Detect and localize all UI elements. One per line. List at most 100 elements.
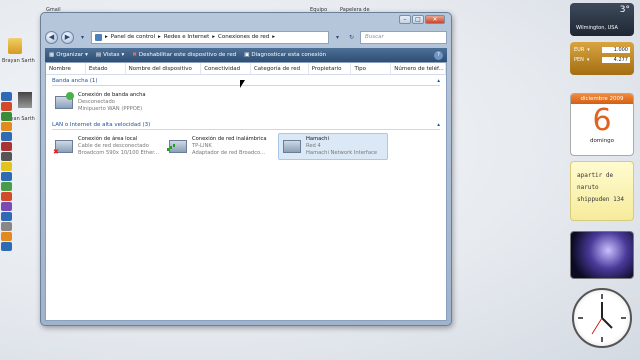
item-name: Hamachi (306, 136, 329, 142)
chevron-up-icon: ▴ (437, 122, 440, 128)
chevron-up-icon: ▴ (437, 78, 440, 84)
group-title: LAN o Internet de alta velocidad (3) (52, 122, 151, 128)
currency-value-pen[interactable]: 4.277 (602, 57, 630, 63)
weather-gadget[interactable]: 3° Wilmington, USA (570, 3, 634, 36)
navigation-bar: ◀ ▶ ▾ ▸ Panel de control ▸ Redes e Inter… (45, 29, 447, 45)
refresh-icon[interactable]: ↻ (346, 31, 357, 44)
disable-device-button[interactable]: ✖ Deshabilitar este dispositivo de red (132, 52, 236, 58)
app-icon[interactable] (1, 132, 12, 141)
breadcrumb-panel-de-control[interactable]: Panel de control (111, 34, 155, 40)
connection-item-wireless[interactable]: Conexión de red inalámbrica TP-LINK Adap… (164, 133, 274, 160)
forward-button[interactable]: ▶ (61, 30, 74, 44)
chevron-down-icon: ▾ (85, 52, 88, 58)
address-dropdown-icon[interactable]: ▾ (332, 31, 343, 44)
connection-item-lan[interactable]: ✖ Conexión de área local Cable de red de… (50, 133, 160, 160)
app-icon[interactable] (1, 232, 12, 241)
slideshow-gadget[interactable] (570, 231, 634, 279)
note-text[interactable]: apartir de naruto shippuden 134 (577, 170, 627, 206)
app-icon[interactable] (1, 202, 12, 211)
column-header-status[interactable]: Estado (86, 63, 126, 74)
app-icon[interactable] (1, 122, 12, 131)
sticky-note-gadget[interactable]: apartir de naruto shippuden 134 (570, 161, 634, 221)
app-icon[interactable] (1, 212, 12, 221)
item-device: Minipuerto WAN (PPPOE) (78, 106, 143, 112)
clock-gadget[interactable] (572, 288, 632, 348)
views-label: Vistas (103, 52, 120, 58)
app-icon[interactable] (1, 222, 12, 231)
broadband-connection-icon (53, 92, 75, 112)
close-button[interactable]: ✕ (425, 15, 445, 24)
calendar-day: 6 (592, 103, 612, 138)
item-name: Conexión de banda ancha (78, 92, 146, 98)
connection-item-broadband[interactable]: Conexión de banda ancha Desconectado Min… (50, 89, 160, 116)
disable-icon: ✖ (132, 52, 137, 58)
group-header-broadband[interactable]: Banda ancha (1) ▴ (52, 77, 440, 86)
item-name: Conexión de área local (78, 136, 138, 142)
wireless-connection-icon (167, 136, 189, 156)
address-bar[interactable]: ▸ Panel de control ▸ Redes e Internet ▸ … (91, 30, 329, 44)
app-icon[interactable] (1, 182, 12, 191)
group-header-lan[interactable]: LAN o Internet de alta velocidad (3) ▴ (52, 121, 440, 130)
image-file-icon[interactable] (18, 92, 32, 108)
hamachi-connection-icon (281, 136, 303, 156)
disable-label: Deshabilitar este dispositivo de red (138, 52, 237, 58)
breadcrumb-separator-icon: ▸ (105, 34, 108, 40)
maximize-button[interactable]: □ (412, 15, 424, 24)
column-header-phone[interactable]: Número de teléf... (391, 63, 446, 74)
organize-button[interactable]: ▦ Organizar ▾ (49, 52, 88, 58)
column-header-type[interactable]: Tipo (351, 63, 392, 74)
chevron-down-icon[interactable]: ▾ (587, 47, 590, 53)
column-header-category[interactable]: Categoría de red (251, 63, 309, 74)
folder-icon[interactable] (8, 38, 22, 54)
sidebar-gadgets: 3° Wilmington, USA EUR ▾ 1.000 PEN ▾ 4.2… (570, 0, 640, 360)
app-icon[interactable] (1, 172, 12, 181)
weather-temperature: 3° (619, 5, 630, 15)
mouse-pointer-icon (240, 80, 245, 88)
help-icon[interactable]: ? (434, 50, 443, 60)
window-controls: – □ ✕ (399, 15, 445, 24)
calendar-weekday: domingo (589, 138, 615, 144)
views-button[interactable]: ▤ Vistas ▾ (96, 52, 124, 58)
item-status: Cable de red desconectado (78, 143, 149, 149)
group-title: Banda ancha (1) (52, 78, 98, 84)
quick-launch-strip (0, 92, 14, 262)
item-status: Red 4 (306, 143, 321, 149)
app-icon[interactable] (1, 162, 12, 171)
back-button[interactable]: ◀ (45, 30, 58, 44)
app-icon[interactable] (1, 242, 12, 251)
organize-label: Organizar (56, 52, 84, 58)
breadcrumb-redes-e-internet[interactable]: Redes e Internet (164, 34, 209, 40)
currency-code-eur: EUR (574, 47, 585, 53)
connection-item-hamachi[interactable]: Hamachi Red 4 Hamachi Network Interface (278, 133, 388, 160)
column-header-connectivity[interactable]: Conectividad (201, 63, 251, 74)
calendar-gadget[interactable]: diciembre 2009 6 domingo (570, 93, 634, 156)
breadcrumb-separator-icon: ▸ (212, 34, 215, 40)
app-icon[interactable] (1, 102, 12, 111)
currency-value-eur[interactable]: 1.000 (602, 47, 630, 53)
currency-gadget[interactable]: EUR ▾ 1.000 PEN ▾ 4.277 (570, 42, 634, 75)
organize-icon: ▦ (49, 52, 55, 58)
breadcrumb-conexiones-de-red[interactable]: Conexiones de red (218, 34, 269, 40)
diagnose-icon: ▣ (244, 52, 250, 58)
chevron-down-icon: ▾ (121, 52, 125, 58)
column-header-name[interactable]: Nombre (46, 63, 86, 74)
item-name: Conexión de red inalámbrica (192, 136, 267, 142)
history-dropdown-icon[interactable]: ▾ (77, 31, 88, 44)
app-icon[interactable] (1, 192, 12, 201)
app-icon[interactable] (1, 142, 12, 151)
item-device: Hamachi Network Interface (306, 150, 378, 156)
column-header-owner[interactable]: Propietario (309, 63, 352, 74)
chevron-down-icon[interactable]: ▾ (587, 57, 590, 63)
item-device: Broadcom 590x 10/100 Ether... (78, 150, 159, 156)
app-icon[interactable] (1, 92, 12, 101)
search-placeholder: Buscar (365, 34, 384, 40)
column-header-device[interactable]: Nombre del dispositivo (126, 63, 202, 74)
desktop-icon-label-1[interactable]: Brayan Sarth (2, 58, 35, 64)
search-input[interactable]: Buscar (360, 30, 447, 44)
app-icon[interactable] (1, 112, 12, 121)
breadcrumb-separator-icon: ▸ (272, 34, 276, 40)
diagnose-button[interactable]: ▣ Diagnosticar esta conexión (244, 52, 326, 58)
network-connections-window: – □ ✕ ◀ ▶ ▾ ▸ Panel de control ▸ Redes e… (40, 12, 452, 326)
app-icon[interactable] (1, 152, 12, 161)
minimize-button[interactable]: – (399, 15, 411, 24)
